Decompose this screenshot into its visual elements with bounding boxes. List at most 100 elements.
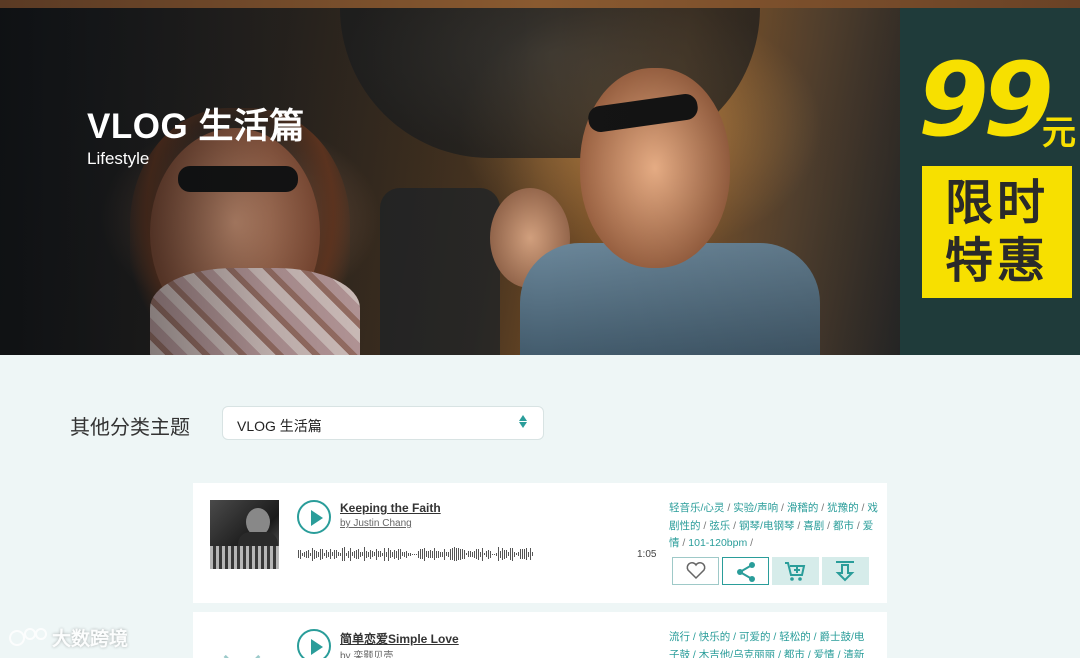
waveform-bar	[470, 551, 471, 557]
play-button[interactable]	[297, 500, 331, 534]
waveform-bar	[474, 550, 475, 558]
watermark: 大数跨境	[8, 624, 128, 651]
track-duration: 1:05	[637, 549, 657, 560]
tag-separator: /	[824, 519, 833, 532]
waveform-bar	[386, 551, 387, 557]
waveform-bar	[412, 553, 413, 555]
waveform-bar	[488, 549, 489, 559]
waveform-bar	[492, 553, 493, 555]
waveform[interactable]	[298, 545, 538, 563]
waveform-bar	[372, 551, 373, 557]
tag-link[interactable]: 弦乐	[709, 520, 730, 532]
waveform-bar	[378, 551, 379, 557]
waveform-bar	[500, 550, 501, 558]
waveform-bar	[504, 549, 505, 559]
download-button[interactable]	[822, 557, 869, 585]
cart-icon	[785, 562, 806, 581]
waveform-bar	[408, 552, 409, 556]
tag-separator: /	[794, 519, 804, 532]
waveform-bar	[434, 548, 435, 560]
waveform-bar	[382, 552, 383, 556]
waveform-bar	[392, 551, 393, 557]
track-title[interactable]: 简单恋爱Simple Love	[340, 630, 459, 647]
waveform-bar	[334, 549, 335, 559]
waveform-bar	[366, 550, 367, 558]
waveform-bar	[448, 551, 449, 557]
waveform-bar	[310, 552, 311, 556]
select-arrows-icon	[519, 415, 527, 429]
waveform-bar	[486, 551, 487, 557]
waveform-bar	[344, 547, 345, 561]
waveform-bar	[328, 551, 329, 557]
waveform-bar	[368, 551, 369, 557]
waveform-bar	[340, 552, 341, 556]
waveform-bar	[518, 552, 519, 556]
waveform-bar	[478, 548, 479, 560]
waveform-bar	[468, 551, 469, 557]
waveform-bar	[312, 547, 313, 561]
tag-link[interactable]: 滑稽的	[787, 502, 819, 514]
waveform-bar	[526, 548, 527, 560]
waveform-bar	[494, 553, 495, 555]
heart-icon	[686, 562, 706, 580]
track-card: 简单恋爱Simple Love by 栾颢贝壳 流行 / 快乐的 / 可爱的 /…	[193, 612, 887, 658]
track-tags-line: 流行 / 快乐的 / 可爱的 / 轻松的 / 爵士鼓/电	[669, 631, 865, 643]
promo-badge[interactable]: 99 元 限时 特惠	[900, 8, 1080, 355]
waveform-bar	[460, 548, 461, 560]
track-actions	[672, 557, 869, 585]
waveform-bar	[524, 549, 525, 559]
waveform-bar	[422, 549, 423, 559]
waveform-bar	[388, 547, 389, 561]
tag-link[interactable]: 都市	[833, 520, 854, 532]
waveform-bar	[384, 547, 385, 561]
watermark-logo-icon	[8, 626, 48, 650]
waveform-bar	[446, 552, 447, 556]
track-thumbnail[interactable]	[223, 638, 263, 658]
category-select[interactable]: VLOG 生活篇	[222, 406, 544, 440]
waveform-bar	[354, 550, 355, 558]
track-artist[interactable]: by 栾颢贝壳	[340, 647, 393, 658]
waveform-bar	[320, 548, 321, 560]
favorite-button[interactable]	[672, 557, 719, 585]
track-tags-line: 子鼓 / 木吉他/乌克丽丽 / 都市 / 爱情 / 清新	[669, 648, 865, 658]
tag-link[interactable]: 犹豫的	[827, 502, 859, 514]
share-button[interactable]	[722, 557, 769, 585]
tag-link[interactable]: 钢琴/电钢琴	[739, 520, 794, 532]
waveform-bar	[430, 550, 431, 558]
waveform-bar	[532, 552, 533, 556]
tag-link[interactable]: 101-120bpm	[688, 537, 747, 549]
tag-link[interactable]: 喜剧	[803, 520, 824, 532]
waveform-bar	[480, 551, 481, 557]
waveform-bar	[416, 553, 417, 555]
waveform-bar	[464, 549, 465, 559]
waveform-bar	[358, 549, 359, 559]
hero-banner: VLOG 生活篇 Lifestyle	[0, 8, 900, 355]
waveform-bar	[364, 547, 365, 561]
track-tags: 流行 / 快乐的 / 可爱的 / 轻松的 / 爵士鼓/电 子鼓 / 木吉他/乌克…	[669, 629, 879, 658]
waveform-bar	[502, 548, 503, 560]
waveform-bar	[300, 549, 301, 559]
track-title[interactable]: Keeping the Faith	[340, 501, 441, 515]
waveform-bar	[442, 551, 443, 557]
promo-label-line1: 限时	[944, 177, 1049, 230]
waveform-bar	[424, 547, 425, 561]
tag-separator: /	[747, 537, 754, 549]
waveform-bar	[462, 549, 463, 559]
add-to-cart-button[interactable]	[772, 557, 819, 585]
track-artist[interactable]: by Justin Chang	[340, 518, 412, 529]
track-thumbnail[interactable]	[210, 500, 279, 569]
waveform-bar	[528, 551, 529, 557]
waveform-bar	[458, 548, 459, 560]
waveform-bar	[362, 552, 363, 556]
tag-link[interactable]: 实验/声响	[733, 502, 778, 514]
waveform-bar	[472, 551, 473, 557]
play-button[interactable]	[297, 629, 331, 658]
tag-link[interactable]: 轻音乐/心灵	[669, 502, 724, 514]
waveform-bar	[402, 552, 403, 556]
waveform-bar	[356, 549, 357, 559]
waveform-bar	[414, 553, 415, 555]
waveform-bar	[346, 552, 347, 556]
category-select-value: VLOG 生活篇	[237, 418, 322, 434]
waveform-bar	[360, 551, 361, 557]
banner-subtitle: Lifestyle	[87, 149, 150, 168]
